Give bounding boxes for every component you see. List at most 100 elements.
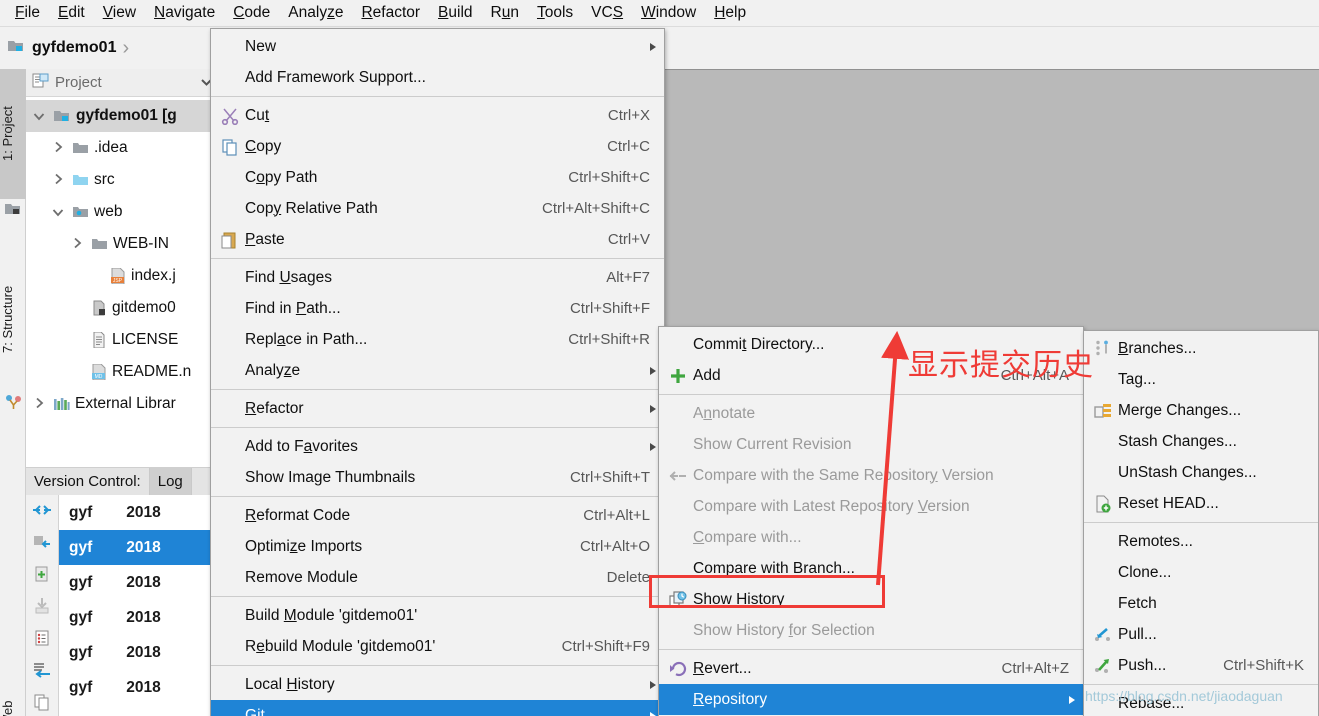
menu-item-replace-in-path[interactable]: Replace in Path... Ctrl+Shift+R	[211, 324, 664, 355]
menu-item-push[interactable]: Push... Ctrl+Shift+K	[1084, 650, 1318, 681]
menubar-item-window[interactable]: Window	[632, 1, 705, 25]
add-file-icon[interactable]	[32, 565, 52, 587]
tree-node[interactable]: .idea	[26, 132, 219, 164]
menubar-item-code[interactable]: Code	[224, 1, 279, 25]
menu-item-unstash-changes[interactable]: UnStash Changes...	[1084, 457, 1318, 488]
menu-item-icon-placeholder	[1088, 431, 1118, 453]
tree-node[interactable]: MD README.n	[26, 356, 219, 388]
menubar-item-tools[interactable]: Tools	[528, 1, 582, 25]
menu-item-remove-module[interactable]: Remove Module Delete	[211, 562, 664, 593]
menu-item-label: Annotate	[693, 404, 756, 422]
clipboard-icon	[215, 229, 245, 251]
menu-item-label: Reformat Code	[245, 506, 351, 524]
menu-item-show-history[interactable]: Show History	[659, 584, 1083, 615]
vcs-commit-row[interactable]: gyf 2018	[59, 635, 219, 670]
tree-node[interactable]: gitdemo0	[26, 292, 219, 324]
menu-item-remotes[interactable]: Remotes...	[1084, 526, 1318, 557]
menu-item-copy-path[interactable]: Copy Path Ctrl+Shift+C	[211, 162, 664, 193]
menu-item-local-history[interactable]: Local History	[211, 669, 664, 700]
menubar-item-view[interactable]: View	[94, 1, 145, 25]
tree-node-label: web	[94, 203, 123, 220]
menubar-item-vcs[interactable]: VCS	[582, 1, 632, 25]
menu-item-branches[interactable]: Branches...	[1084, 333, 1318, 364]
project-panel-header[interactable]: Project	[26, 69, 219, 97]
menu-item-repository[interactable]: Repository	[659, 684, 1083, 715]
menu-item-cut[interactable]: Cut Ctrl+X	[211, 100, 664, 131]
chevron-down-icon[interactable]	[30, 109, 48, 124]
menu-item-new[interactable]: New	[211, 31, 664, 62]
module-arrow-icon[interactable]	[32, 533, 52, 555]
breadcrumb-project[interactable]: gyfdemo01	[7, 38, 116, 58]
shelve-icon[interactable]	[32, 597, 52, 619]
vcs-tab[interactable]: Log	[149, 468, 192, 495]
vcs-commit-row[interactable]: gyf 2018	[59, 495, 219, 530]
context-menu-git: Commit Directory... Add Ctrl+Alt+A Annotate…	[658, 326, 1084, 716]
vcs-commit-row[interactable]: gyf 2018	[59, 565, 219, 600]
sidebar-item-project[interactable]: 1: Project	[0, 69, 26, 199]
menubar-item-navigate[interactable]: Navigate	[145, 1, 224, 25]
menubar-item-help[interactable]: Help	[705, 1, 755, 25]
menu-item-add-to-favorites[interactable]: Add to Favorites	[211, 431, 664, 462]
menu-separator	[211, 427, 664, 428]
sidebar-item-web[interactable]: Web	[0, 679, 26, 716]
merge-icon	[1088, 400, 1118, 422]
menu-item-compare-with-the-same-repository-version: Compare with the Same Repository Version	[659, 460, 1083, 491]
menu-item-find-usages[interactable]: Find Usages Alt+F7	[211, 262, 664, 293]
menu-item-rebuild-module-gitdemo01[interactable]: Rebuild Module 'gitdemo01' Ctrl+Shift+F9	[211, 631, 664, 662]
menu-item-shortcut: Ctrl+Alt+L	[583, 507, 650, 524]
project-view-icon	[32, 73, 49, 93]
tree-node[interactable]: LICENSE	[26, 324, 219, 356]
menu-item-clone[interactable]: Clone...	[1084, 557, 1318, 588]
copy-icon[interactable]	[32, 693, 52, 715]
tree-node[interactable]: src	[26, 164, 219, 196]
menu-item-revert[interactable]: Revert... Ctrl+Alt+Z	[659, 653, 1083, 684]
tree-node[interactable]: web	[26, 196, 219, 228]
chevron-right-icon[interactable]	[30, 397, 48, 412]
menubar-item-file[interactable]: File	[6, 1, 49, 25]
menu-item-reset-head[interactable]: Reset HEAD...	[1084, 488, 1318, 519]
menubar-item-edit[interactable]: Edit	[49, 1, 94, 25]
menu-item-reformat-code[interactable]: Reformat Code Ctrl+Alt+L	[211, 500, 664, 531]
menu-item-build-module-gitdemo01[interactable]: Build Module 'gitdemo01'	[211, 600, 664, 631]
menu-item-show-image-thumbnails[interactable]: Show Image Thumbnails Ctrl+Shift+T	[211, 462, 664, 493]
menu-item-refactor[interactable]: Refactor	[211, 393, 664, 424]
tree-node[interactable]: JSP index.j	[26, 260, 219, 292]
sidebar-item-structure[interactable]: 7: Structure	[0, 247, 26, 392]
menu-item-analyze[interactable]: Analyze	[211, 355, 664, 386]
collapse-lines-icon[interactable]	[32, 661, 52, 683]
menu-item-find-in-path[interactable]: Find in Path... Ctrl+Shift+F	[211, 293, 664, 324]
menu-item-fetch[interactable]: Fetch	[1084, 588, 1318, 619]
menu-item-paste[interactable]: Paste Ctrl+V	[211, 224, 664, 255]
menu-item-merge-changes[interactable]: Merge Changes...	[1084, 395, 1318, 426]
menubar-item-analyze[interactable]: Analyze	[279, 1, 352, 25]
menu-separator	[211, 389, 664, 390]
chevron-right-icon[interactable]	[49, 141, 67, 156]
menu-item-tag[interactable]: Tag...	[1084, 364, 1318, 395]
tree-node[interactable]: WEB-IN	[26, 228, 219, 260]
menu-item-compare-with-branch[interactable]: Compare with Branch...	[659, 553, 1083, 584]
chevron-right-icon[interactable]	[68, 237, 86, 252]
menubar-item-run[interactable]: Run	[482, 1, 528, 25]
menu-item-optimize-imports[interactable]: Optimize Imports Ctrl+Alt+O	[211, 531, 664, 562]
menu-item-copy[interactable]: Copy Ctrl+C	[211, 131, 664, 162]
menu-item-add-framework-support[interactable]: Add Framework Support...	[211, 62, 664, 93]
menu-item-stash-changes[interactable]: Stash Changes...	[1084, 426, 1318, 457]
menu-item-pull[interactable]: Pull...	[1084, 619, 1318, 650]
tree-node[interactable]: gyfdemo01 [g	[26, 100, 219, 132]
vcs-commit-row[interactable]: gyf 2018	[59, 600, 219, 635]
menu-item-git[interactable]: Git	[211, 700, 664, 716]
menubar-item-refactor[interactable]: Refactor	[352, 1, 429, 25]
chevron-right-icon[interactable]	[49, 173, 67, 188]
vcs-commit-row[interactable]: gyf 2018	[59, 670, 219, 705]
vcs-tab[interactable]: Version Control:	[26, 468, 150, 495]
tree-node[interactable]: External Librar	[26, 388, 219, 420]
chevron-down-icon[interactable]	[49, 205, 67, 220]
submenu-arrow-icon	[1069, 695, 1075, 704]
menu-item-copy-relative-path[interactable]: Copy Relative Path Ctrl+Alt+Shift+C	[211, 193, 664, 224]
arrows-in-icon[interactable]	[32, 501, 52, 523]
copy-icon	[215, 136, 245, 158]
svg-text:JSP: JSP	[113, 278, 123, 284]
changelist-icon[interactable]	[32, 629, 52, 651]
vcs-commit-row[interactable]: gyf 2018	[59, 530, 219, 565]
menubar-item-build[interactable]: Build	[429, 1, 481, 25]
